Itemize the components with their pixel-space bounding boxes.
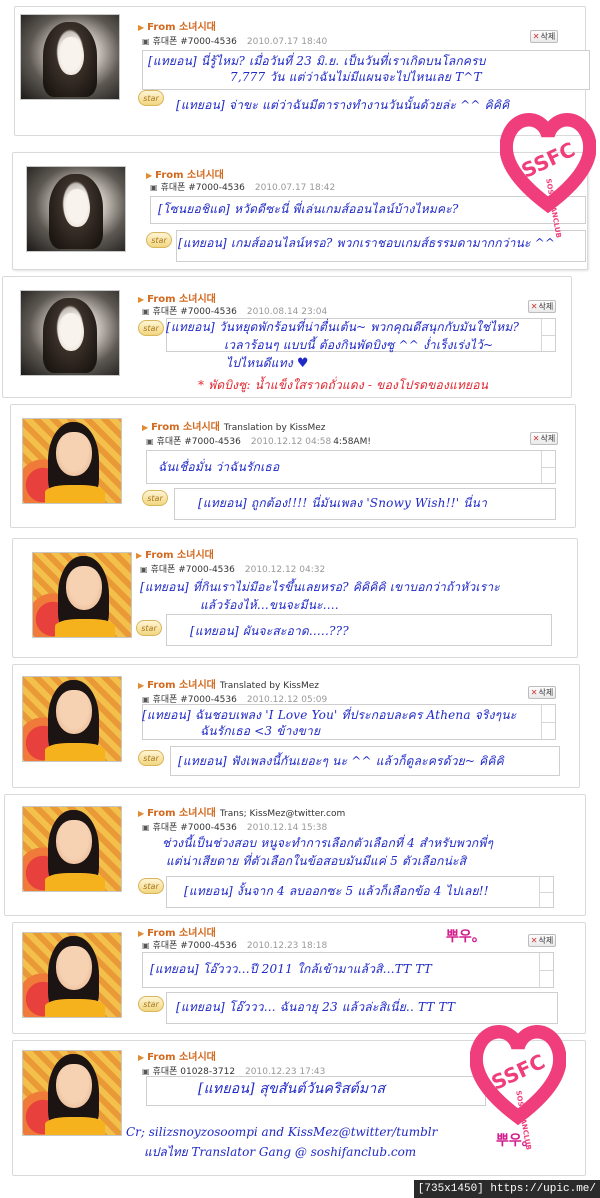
lock-icon: ▣ [140,565,148,574]
arrow-icon: ▶ [138,929,145,938]
fan-message-collage: ▶ From 소녀시대 ▣ 휴대폰 #7000-4536 2010.07.17 18:… [0,0,600,1198]
reply-text: [แทยอน] ถูกต้อง!!!! นี่มันเพลง 'Snowy Wi… [198,496,488,510]
star-button[interactable]: star [138,320,164,336]
from-label: ▶ From 소녀시대 [138,1052,216,1063]
message-text: [แทยอน] ฉันชอบเพลง 'I Love You' ที่ประกอ… [142,708,517,722]
lock-icon: ▣ [142,1067,150,1076]
reply-text: [แทยอน] จ่าขะ แต่ว่าฉันมีตารางทำงานวันนั… [176,98,510,112]
lock-icon: ▣ [150,183,158,192]
lock-icon: ▣ [142,37,150,46]
credits-line: Cr; silizsnoyzosoompi and KissMez@twitte… [126,1125,438,1139]
arrow-icon: ▶ [146,171,153,180]
message-text: 7,777 วัน แต่ว่าฉันไม่มีแผนจะไปไหนเลย T^… [230,70,482,84]
star-button[interactable]: star [146,232,172,248]
profile-photo [32,552,132,638]
delete-button[interactable]: ✕ 삭제 [528,686,556,699]
from-label: ▶ From 소녀시대 [138,294,216,305]
reply-text: [แทยอน] ฟังเพลงนี้กันเยอะๆ นะ ^^ แล้วก็ด… [178,754,504,768]
heart-icon: ♥ [296,356,309,371]
profile-photo [22,418,122,504]
message-text: ฉันเชื่อมั่น ว่าฉันรักเธอ [158,460,280,474]
lock-icon: ▣ [142,307,150,316]
footnote-text: * พัดบิงซู: น้ำแข็งใสราดถั่วแดง - ของโปร… [198,378,489,392]
star-button[interactable]: star [138,996,164,1012]
star-button[interactable]: star [138,90,164,106]
profile-photo [22,1050,122,1136]
message-text: ไปไหนดีแทง ♥ [226,356,309,371]
korean-stamp-text: 뿌우。 [446,929,486,945]
message-text: [แทยอน] โอ๊ววว...ปี 2011 ใกล้เข้ามาแล้วส… [150,962,432,976]
message-text: เวลาร้อนๆ แบบนี้ ต้องกินพัดบิงซู ^^ ง่ำเ… [224,338,494,352]
message-text: [แทยอน] วันหยุดพักร้อนที่น่าตื่นเต้น~ พว… [166,320,520,334]
image-size-footer: [735x1450] https://upic.me/ [413,1180,600,1198]
message-meta: ▣ 휴대폰 #7000-4536 2010.12.12 04:32 [140,565,326,575]
message-meta: ▣ 휴대폰 #7000-4536 2010.12.14 15:38 [142,823,328,833]
reply-text: [แทยอน] เกมส์ออนไลน์หรอ? พวกเราชอบเกมส์ธ… [178,236,556,250]
message-meta: ▣ 휴대폰 #7000-4536 2010.12.23 18:18 [142,941,328,951]
profile-photo [20,290,120,376]
arrow-icon: ▶ [142,423,149,432]
from-label: ▶ From 소녀시대 [146,170,224,181]
arrow-icon: ▶ [138,681,145,690]
star-button[interactable]: star [136,620,162,636]
star-button[interactable]: star [138,878,164,894]
message-text: ช่วงนี้เป็นช่วงสอบ หนูจะทำการเลือกตัวเลื… [162,836,494,850]
delete-button[interactable]: ✕ 삭제 [530,30,558,43]
profile-photo [22,676,122,762]
arrow-icon: ▶ [136,551,143,560]
profile-photo [26,166,126,252]
from-label: ▶ From 소녀시대 Trans; KissMez@twitter.com [138,808,346,819]
star-button[interactable]: star [142,490,168,506]
star-button[interactable]: star [138,750,164,766]
from-label: ▶ From 소녀시대 [138,22,216,33]
message-text: [โซนยอชิแด] หวัดดีซะนี่ พี่เล่นเกมส์ออนไ… [158,202,459,216]
ssfc-heart-logo: SSFC SOSHIFANCLUB [469,1020,567,1151]
reply-text: [แทยอน] ผันจะสะอาด.....??? [190,624,349,638]
message-meta: ▣ 휴대폰 #7000-4536 2010.07.17 18:42 [150,183,336,193]
message-meta: ▣ 휴대폰 #7000-4536 2010.08.14 23:04 [142,307,328,317]
from-label: ▶ From 소녀시대 [138,928,216,939]
arrow-icon: ▶ [138,809,145,818]
lock-icon: ▣ [142,823,150,832]
message-text: แล้วร้องไห้...ขนจะมีนะ.... [200,598,339,612]
message-text: [แทยอน] นี่รู้ไหม? เมื่อวันที่ 23 มิ.ย. … [148,54,486,68]
delete-button[interactable]: ✕ 삭제 [530,432,558,445]
lock-icon: ▣ [146,437,154,446]
profile-photo [22,932,122,1018]
reply-text: [แทยอน] งั้นจาก 4 ลบออกซะ 5 แล้วก็เลือกข… [184,884,489,898]
credits-line: แปลไทย Translator Gang @ soshifanclub.co… [144,1145,417,1159]
profile-photo [20,14,120,100]
from-label: ▶ From 소녀시대 Translation by KissMez [142,422,326,433]
delete-button[interactable]: ✕ 삭제 [528,934,556,947]
message-text: [แทยอน] สุขสันต์วันคริสต์มาส [198,1081,386,1097]
lock-icon: ▣ [142,695,150,704]
profile-photo [22,806,122,892]
ssfc-heart-logo: SSFC SOSHIFANCLUB [499,108,597,239]
message-text: [แทยอน] ที่กินเราไม่มีอะไรขึ้นเลยหรอ? คิ… [140,580,500,594]
delete-button[interactable]: ✕ 삭제 [528,300,556,313]
lock-icon: ▣ [142,941,150,950]
arrow-icon: ▶ [138,1053,145,1062]
message-text: ฉันรักเธอ <3 ข้างขาย [200,724,321,738]
message-text: แต่น่าเสียดาย ที่ตัวเลือกในข้อสอบมันมีแค… [166,854,467,868]
reply-text: [แทยอน] โอ๊ววว... ฉันอายุ 23 แล้วล่ะสิเน… [176,1000,456,1014]
arrow-icon: ▶ [138,23,145,32]
arrow-icon: ▶ [138,295,145,304]
from-label: ▶ From 소녀시대 [136,550,214,561]
from-label: ▶ From 소녀시대 Translated by KissMez [138,680,320,691]
message-meta: ▣ 휴대폰 #7000-4536 2010.07.17 18:40 [142,37,328,47]
message-meta: ▣ 휴대폰 #7000-4536 2010.12.12 04:58 4:58AM! [146,437,371,447]
